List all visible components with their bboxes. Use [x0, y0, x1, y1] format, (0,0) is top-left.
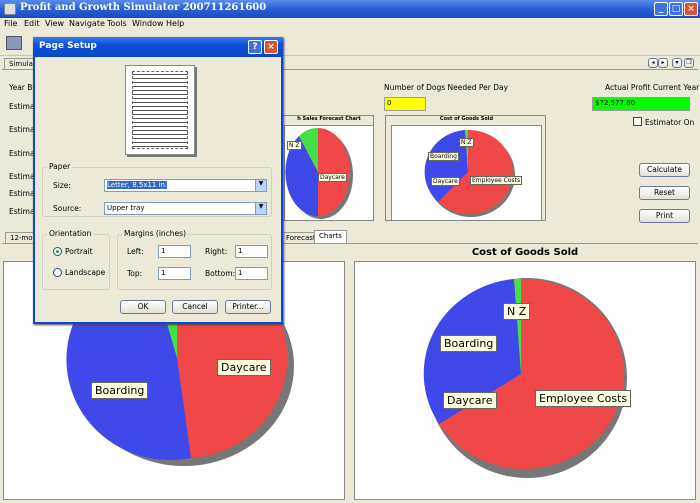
- tab-list-button[interactable]: ▾: [672, 58, 682, 68]
- paper-group-label: Paper: [47, 162, 73, 171]
- right-margin-label: Right:: [205, 247, 228, 256]
- size-label: Size:: [53, 181, 71, 190]
- tab-charts[interactable]: Charts: [314, 230, 347, 243]
- page-preview: [125, 65, 195, 155]
- dialog-help-button[interactable]: ?: [248, 40, 262, 54]
- orientation-group: Orientation Portrait Landscape: [42, 229, 110, 290]
- estimator-label: Estimator On: [645, 118, 695, 127]
- large-cogs-chart-title: Cost of Goods Sold: [471, 247, 579, 258]
- left-margin-label: Left:: [127, 247, 144, 256]
- bottom-margin-input[interactable]: 1: [235, 267, 268, 280]
- bottom-margin-label: Bottom:: [205, 269, 236, 278]
- ok-button[interactable]: OK: [120, 300, 166, 314]
- portrait-radio[interactable]: [53, 247, 62, 256]
- paper-group: Paper Size: Letter, 8.5x11 in. ▼ Source:…: [42, 162, 272, 217]
- menu-file[interactable]: File: [4, 19, 17, 28]
- large-cogs-pie: [423, 278, 627, 478]
- orientation-group-label: Orientation: [47, 229, 94, 238]
- menu-bar: File Edit View Navigate Tools Window Hel…: [0, 18, 700, 32]
- mini-cogs-label-daycare: Daycare: [431, 177, 460, 186]
- large-cogs-chart: N Z Boarding Daycare Employee Costs: [354, 261, 696, 500]
- size-select[interactable]: Letter, 8.5x11 in. ▼: [104, 179, 267, 192]
- menu-edit[interactable]: Edit: [24, 19, 40, 28]
- menu-navigate[interactable]: Navigate: [69, 19, 105, 28]
- source-select[interactable]: Upper tray ▼: [104, 202, 267, 215]
- reset-button[interactable]: Reset: [639, 186, 690, 200]
- mini-cogs-label-employee: Employee Costs: [470, 176, 523, 185]
- large-cogs-label-boarding: Boarding: [440, 335, 498, 352]
- left-margin-input[interactable]: 1: [158, 245, 191, 258]
- cancel-button[interactable]: Cancel: [172, 300, 218, 314]
- landscape-radio[interactable]: [53, 268, 62, 277]
- page-preview-content: [132, 71, 188, 149]
- close-button[interactable]: ×: [684, 2, 698, 16]
- mini-cogs-label-boarding: Boarding: [428, 152, 459, 161]
- print-button[interactable]: Print: [639, 209, 690, 223]
- large-cogs-label-daycare: Daycare: [443, 392, 497, 409]
- mini-cogs-chart-title: Cost of Goods Sold: [439, 116, 494, 122]
- dogs-needed-label: Number of Dogs Needed Per Day: [384, 83, 509, 92]
- dialog-title: Page Setup: [39, 41, 97, 51]
- menu-view[interactable]: View: [45, 19, 64, 28]
- mini-sales-chart: N Z Daycare: [284, 125, 374, 221]
- large-sales-label-daycare: Daycare: [217, 359, 271, 376]
- large-cogs-label-employee: Employee Costs: [535, 390, 632, 407]
- page-setup-dialog: Page Setup ? × Paper Size: Letter, 8.5x1…: [33, 37, 283, 324]
- dogs-needed-field: 0: [384, 97, 426, 111]
- mini-cogs-chart-frame: Cost of Goods Sold N Z Boarding Daycare …: [385, 115, 546, 221]
- landscape-label: Landscape: [65, 268, 106, 277]
- mini-sales-label-nz: N Z: [287, 141, 302, 150]
- menu-help[interactable]: Help: [166, 19, 184, 28]
- source-select-value: Upper tray: [107, 204, 145, 212]
- large-cogs-label-nz: N Z: [503, 303, 531, 320]
- dialog-titlebar: Page Setup ? ×: [33, 37, 283, 57]
- tab-next-button[interactable]: ▸: [658, 58, 668, 68]
- size-select-value: Letter, 8.5x11 in.: [107, 181, 168, 189]
- estimator-checkbox[interactable]: [633, 117, 642, 126]
- profit-field: $72,577.60: [592, 97, 690, 111]
- top-margin-input[interactable]: 1: [158, 267, 191, 280]
- portrait-label: Portrait: [65, 247, 93, 256]
- mini-sales-chart-frame: h Sales Forecast Chart N Z Daycare: [282, 115, 374, 221]
- tab-prev-button[interactable]: ◂: [648, 58, 658, 68]
- large-sales-label-boarding: Boarding: [91, 382, 149, 399]
- app-icon: [4, 3, 16, 15]
- profit-label: Actual Profit Current Year: [605, 83, 700, 92]
- calculate-button[interactable]: Calculate: [639, 163, 690, 177]
- maximize-button[interactable]: □: [669, 2, 683, 16]
- right-margin-input[interactable]: 1: [235, 245, 268, 258]
- top-margin-label: Top:: [127, 269, 143, 278]
- mini-sales-chart-title: h Sales Forecast Chart: [297, 116, 361, 122]
- tab-nav-controls: ◂ ▸ ▾ ❐: [648, 58, 696, 68]
- minimize-button[interactable]: _: [654, 2, 668, 16]
- printer-button[interactable]: Printer...: [225, 300, 271, 314]
- menu-window[interactable]: Window: [132, 19, 164, 28]
- margins-group-label: Margins (inches): [122, 229, 188, 238]
- window-title: Profit and Growth Simulator 200711261600: [20, 2, 267, 13]
- chevron-down-icon[interactable]: ▼: [255, 180, 266, 191]
- mini-cogs-chart: N Z Boarding Daycare Employee Costs: [391, 125, 542, 221]
- mini-cogs-label-nz: N Z: [459, 138, 474, 147]
- source-label: Source:: [53, 204, 82, 213]
- chevron-down-icon[interactable]: ▼: [255, 203, 266, 214]
- restore-panel-button[interactable]: ❐: [684, 58, 694, 68]
- computer-icon[interactable]: [6, 36, 22, 50]
- dialog-close-button[interactable]: ×: [264, 40, 278, 54]
- mini-sales-label-daycare: Daycare: [318, 173, 347, 182]
- margins-group: Margins (inches) Left: 1 Right: 1 Top: 1…: [117, 229, 272, 290]
- window-titlebar: Profit and Growth Simulator 200711261600…: [0, 0, 700, 18]
- menu-tools[interactable]: Tools: [107, 19, 127, 28]
